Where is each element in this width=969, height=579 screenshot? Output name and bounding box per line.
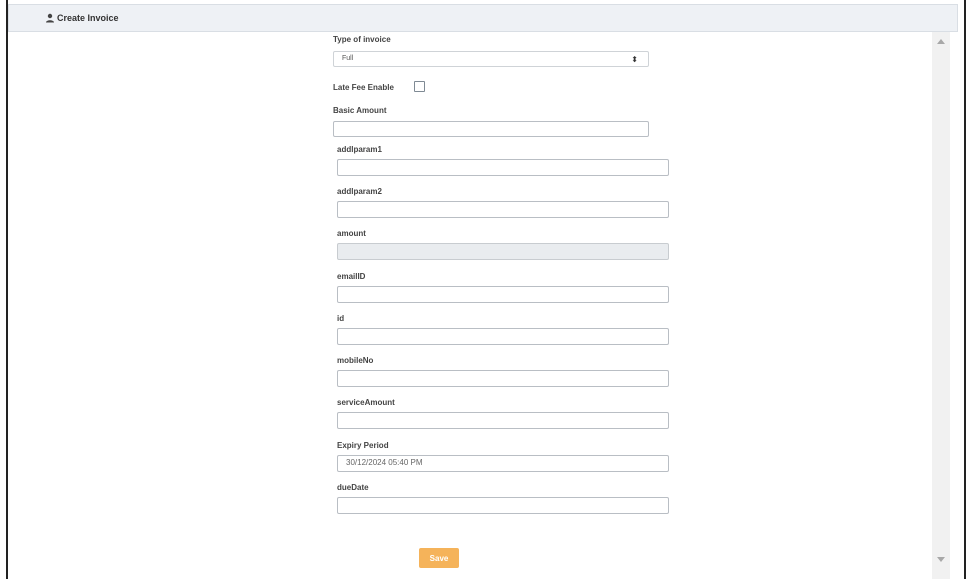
addlparam2-input[interactable]: [337, 201, 669, 218]
serviceamount-input[interactable]: [337, 412, 669, 429]
amount-input: [337, 243, 669, 260]
late-fee-label: Late Fee Enable: [333, 83, 394, 92]
select-caret-icon: ⬍: [631, 55, 638, 64]
serviceamount-label: serviceAmount: [337, 398, 395, 407]
emailid-input[interactable]: [337, 286, 669, 303]
basic-amount-input[interactable]: [333, 121, 649, 137]
mobileno-label: mobileNo: [337, 356, 374, 365]
addlparam1-input[interactable]: [337, 159, 669, 176]
panel-header: Create Invoice: [8, 4, 958, 32]
addlparam1-label: addlparam1: [337, 145, 382, 154]
duedate-input[interactable]: [337, 497, 669, 514]
amount-label: amount: [337, 229, 366, 238]
mobileno-input[interactable]: [337, 370, 669, 387]
user-icon: [46, 13, 54, 23]
late-fee-checkbox[interactable]: [414, 81, 425, 92]
addlparam2-label: addlparam2: [337, 187, 382, 196]
type-of-invoice-select[interactable]: Full ⬍: [333, 51, 649, 67]
id-label: id: [337, 314, 345, 323]
expiry-period-label: Expiry Period: [337, 441, 389, 450]
emailid-label: emailID: [337, 272, 366, 281]
type-of-invoice-label: Type of invoice: [333, 35, 391, 44]
type-of-invoice-selected: Full: [342, 55, 354, 62]
scroll-up-icon[interactable]: [937, 39, 945, 44]
basic-amount-label: Basic Amount: [333, 106, 387, 115]
expiry-period-input[interactable]: 30/12/2024 05:40 PM: [337, 455, 669, 472]
save-button[interactable]: Save: [419, 548, 459, 568]
id-input[interactable]: [337, 328, 669, 345]
duedate-label: dueDate: [337, 483, 369, 492]
vertical-scrollbar[interactable]: [932, 32, 950, 579]
panel-title: Create Invoice: [57, 13, 119, 23]
scroll-down-icon[interactable]: [937, 557, 945, 562]
